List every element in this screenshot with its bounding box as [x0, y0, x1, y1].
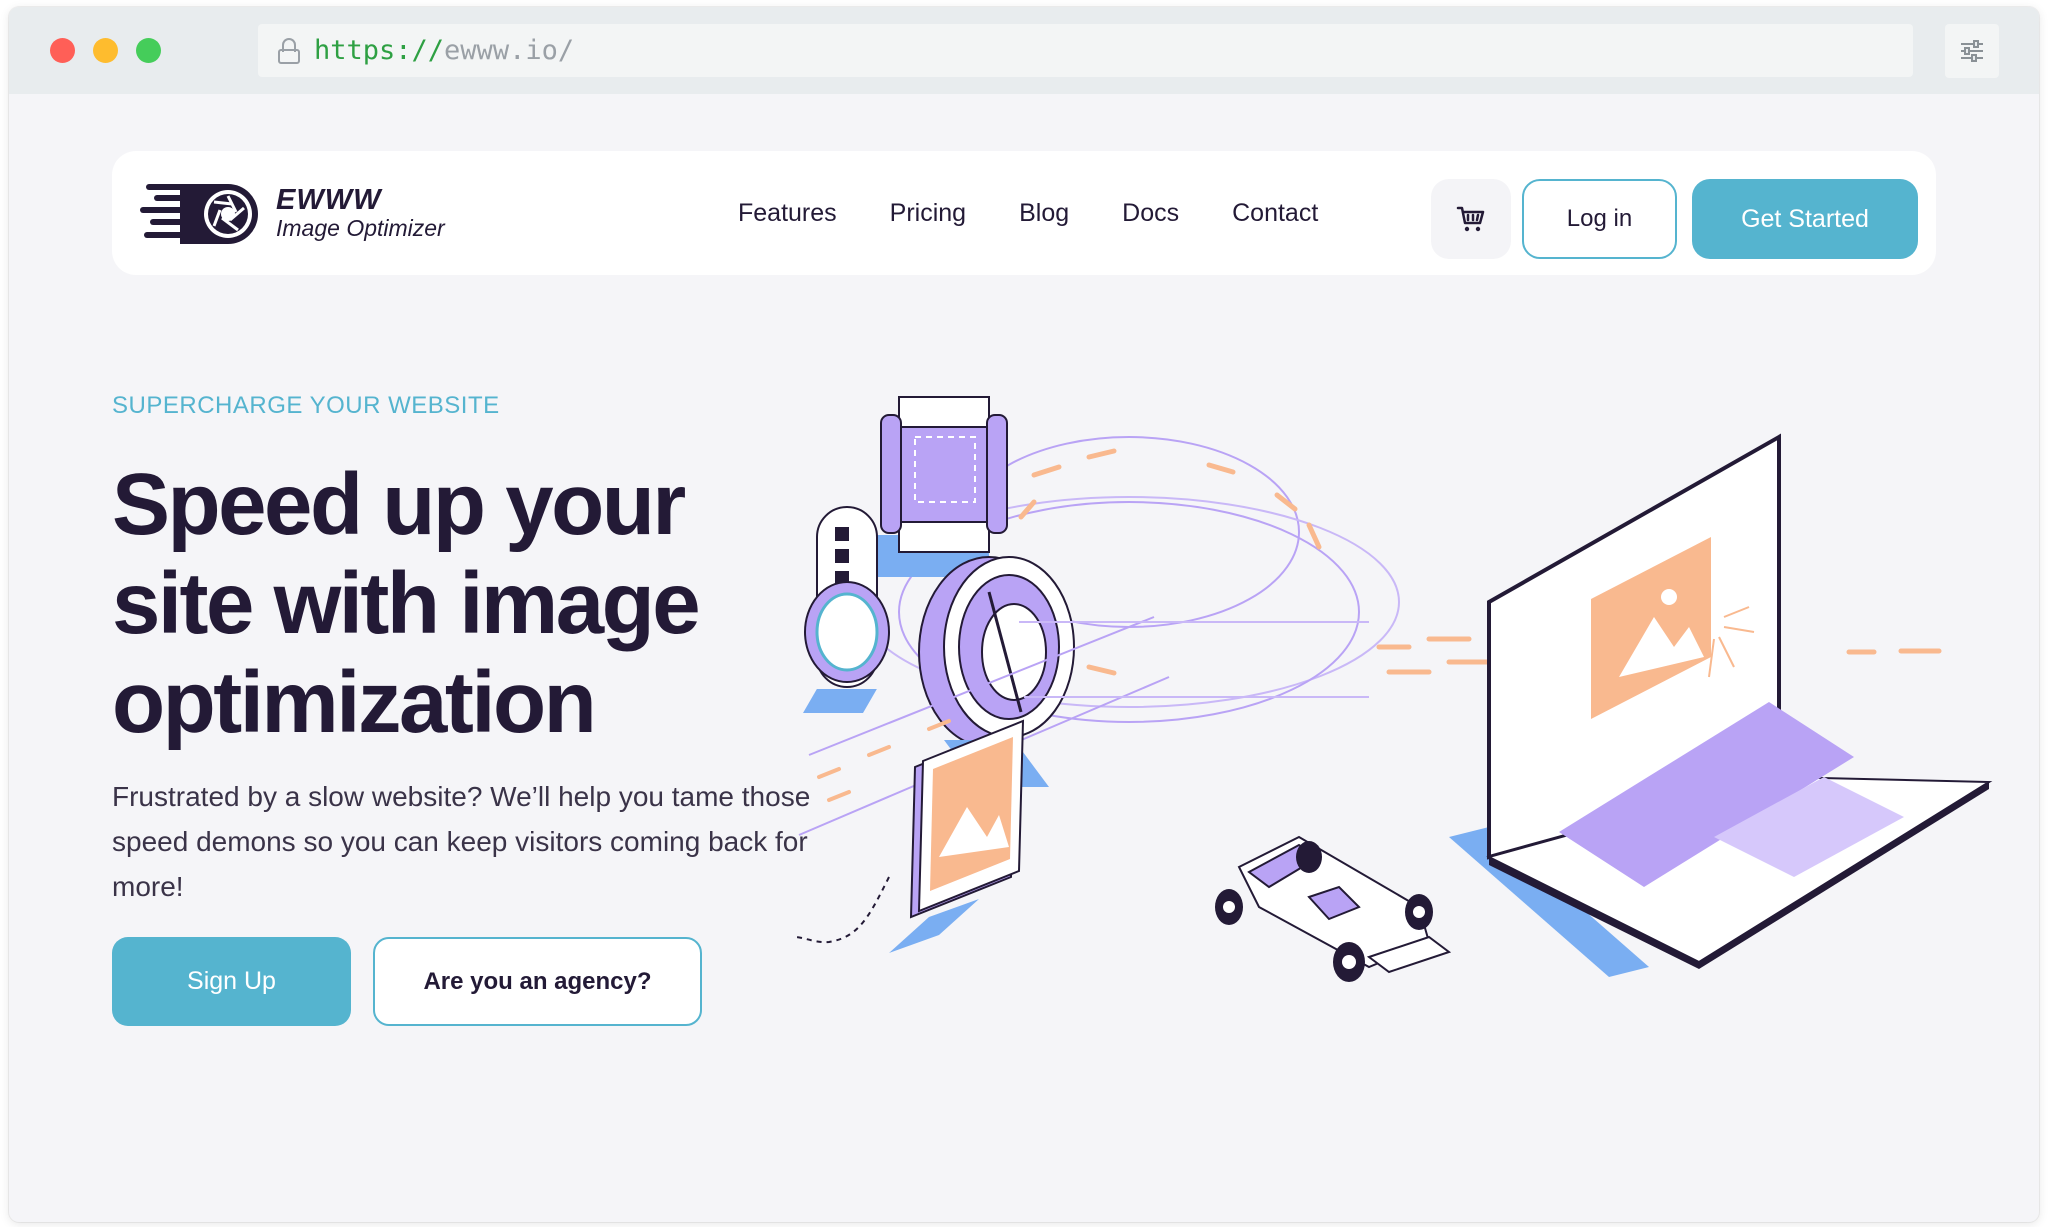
maximize-window-button[interactable] — [136, 38, 161, 63]
browser-titlebar: https:// ewww.io/ — [9, 7, 2039, 94]
speed-dashes — [1018, 448, 1942, 680]
nav-link-contact[interactable]: Contact — [1232, 199, 1318, 228]
browser-window: https:// ewww.io/ EWWW Image Optimizer F… — [9, 7, 2039, 1222]
checklist-pill-icon — [804, 506, 890, 688]
settings-sliders-button[interactable] — [1945, 24, 1999, 78]
hero-eyebrow: SUPERCHARGE YOUR WEBSITE — [112, 392, 500, 419]
nav-link-docs[interactable]: Docs — [1122, 199, 1179, 228]
main-nav: Features Pricing Blog Docs Contact — [738, 151, 1371, 275]
sign-up-button[interactable]: Sign Up — [112, 937, 351, 1026]
url-scheme: https:// — [314, 35, 445, 66]
cart-icon — [1456, 206, 1485, 232]
logo-name: EWWW — [276, 184, 382, 216]
resize-box-icon — [869, 396, 1008, 577]
get-started-button[interactable]: Get Started — [1692, 179, 1918, 259]
cart-button[interactable] — [1431, 179, 1511, 259]
hero-lead: Frustrated by a slow website? We’ll help… — [112, 781, 811, 902]
lock-icon — [278, 37, 300, 64]
hero-headline: Speed up your site with image optimizati… — [112, 456, 701, 751]
gauge-ring-icon — [918, 556, 1075, 748]
race-car-icon — [1215, 835, 1452, 982]
site-header: EWWW Image Optimizer Features Pricing Bl… — [112, 151, 1936, 275]
hero-illustration — [793, 396, 1993, 982]
laptop-icon — [1449, 433, 1993, 977]
ewww-logo-mark — [140, 184, 258, 244]
picture-frame-icon — [889, 719, 1025, 953]
sliders-icon — [1961, 40, 1983, 62]
url-host: ewww.io/ — [444, 35, 575, 66]
nav-link-features[interactable]: Features — [738, 199, 837, 228]
nav-link-blog[interactable]: Blog — [1019, 199, 1069, 228]
login-button[interactable]: Log in — [1522, 179, 1677, 259]
logo-subtitle: Image Optimizer — [276, 215, 445, 241]
site-logo[interactable]: EWWW Image Optimizer — [140, 173, 460, 253]
minimize-window-button[interactable] — [93, 38, 118, 63]
agency-button[interactable]: Are you an agency? — [373, 937, 702, 1026]
address-bar[interactable]: https:// ewww.io/ — [258, 24, 1913, 77]
nav-link-pricing[interactable]: Pricing — [890, 199, 966, 228]
close-window-button[interactable] — [50, 38, 75, 63]
